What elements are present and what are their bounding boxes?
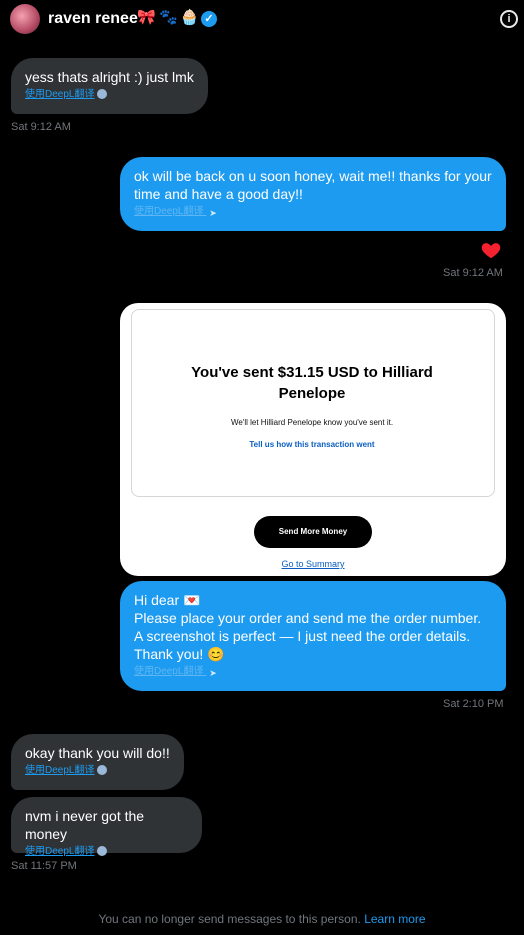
message-timestamp: Sat 2:10 PM (443, 698, 504, 710)
receipt-subtitle: We'll let Hilliard Penelope know you've … (230, 418, 394, 427)
message-timestamp: Sat 9:12 AM (443, 267, 503, 279)
go-to-summary-link[interactable]: Go to Summary (120, 559, 506, 569)
message-text: yess thats alright :) just lmk (25, 69, 194, 85)
info-icon[interactable]: i (500, 10, 518, 28)
message-text: nvm i never got the money (25, 808, 145, 842)
notice-text: You can no longer send messages to this … (98, 912, 361, 926)
avatar[interactable] (10, 4, 40, 34)
translate-link[interactable]: 使用DeepL翻译 (25, 764, 170, 778)
message-timestamp: Sat 11:57 PM (11, 860, 77, 872)
deepl-icon (97, 89, 108, 100)
ribbon-emoji: 🎀 (137, 9, 156, 26)
received-message: yess thats alright :) just lmk 使用DeepL翻译 (11, 58, 208, 114)
send-more-money-button[interactable]: Send More Money (254, 516, 372, 548)
payment-receipt-card: You've sent $31.15 USD to Hilliard Penel… (120, 303, 506, 576)
message-line: Hi dear 💌 (134, 592, 201, 608)
conversation-closed-notice: You can no longer send messages to this … (0, 912, 524, 926)
translate-link[interactable]: 使用DeepL翻译 ➤ (134, 205, 492, 219)
heart-reaction-icon[interactable] (480, 239, 502, 261)
learn-more-link[interactable]: Learn more (364, 912, 425, 926)
message-line: Please place your order and send me the … (134, 610, 482, 626)
received-message: okay thank you will do!! 使用DeepL翻译 (11, 734, 184, 790)
cupcake-emoji: 🧁 (180, 9, 199, 26)
deepl-icon (97, 765, 108, 776)
receipt-title: You've sent $31.15 USD to Hilliard Penel… (191, 364, 433, 402)
deepl-icon: ➤ (209, 208, 217, 219)
sent-message: ok will be back on u soon honey, wait me… (120, 157, 506, 231)
deepl-icon (97, 846, 108, 857)
translate-link[interactable]: 使用DeepL翻译 ➤ (134, 665, 492, 679)
message-timestamp: Sat 9:12 AM (11, 121, 71, 133)
message-text: okay thank you will do!! (25, 745, 170, 761)
translate-link[interactable]: 使用DeepL翻译 (25, 88, 194, 102)
conversation-header: raven renee 🎀 🐾 🧁 ✓ i (0, 0, 524, 38)
message-text: ok will be back on u soon honey, wait me… (134, 168, 492, 202)
received-message: nvm i never got the money 使用DeepL翻译 (11, 797, 202, 857)
sent-message: Hi dear 💌 Please place your order and se… (120, 581, 506, 691)
transaction-feedback-link[interactable]: Tell us how this transaction went (152, 440, 472, 449)
translate-link[interactable]: 使用DeepL翻译 (25, 845, 188, 859)
verified-badge-icon: ✓ (201, 11, 217, 27)
deepl-icon: ➤ (209, 668, 217, 679)
message-line: A screenshot is perfect — I just need th… (134, 628, 471, 644)
message-line: Thank you! 😊 (134, 646, 225, 662)
receipt-panel: You've sent $31.15 USD to Hilliard Penel… (131, 309, 495, 497)
contact-name[interactable]: raven renee (48, 10, 138, 28)
paw-emoji: 🐾 (159, 9, 178, 26)
